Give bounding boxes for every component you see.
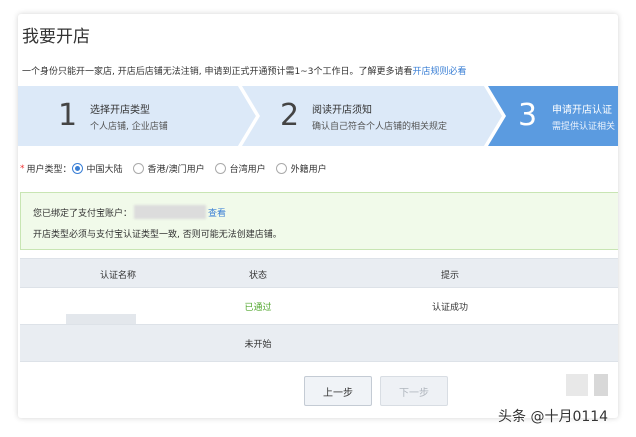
watermark-text: 头条 @十月0114: [498, 409, 609, 425]
radio-hk-macau[interactable]: 香港/澳门用户: [132, 162, 205, 175]
table-header: 认证名称 状态 提示: [20, 258, 618, 288]
radio-taiwan[interactable]: 台湾用户: [214, 162, 266, 175]
step-progress: 1 选择开店类型 个人店铺, 企业店铺 2 阅读开店须知 确认自己符合个人店铺的…: [18, 86, 618, 146]
step-1-desc: 个人店铺, 企业店铺: [90, 122, 168, 132]
alipay-account-label: 您已绑定了支付宝账户：: [33, 208, 133, 219]
step-1-number: 1: [58, 98, 78, 133]
radio-mainland-label: 中国大陆: [86, 165, 123, 175]
radio-foreign[interactable]: 外籍用户: [275, 162, 327, 175]
shop-application-window: 我要开店 一个身份只能开一家店, 开店后店铺无法注销, 申请到正式开通预计需1~…: [18, 14, 618, 418]
radio-unchecked-icon[interactable]: [132, 163, 144, 174]
certification-table: 认证名称 状态 提示 已通过 认证成功 未开始: [20, 258, 618, 362]
radio-hk-macau-label: 香港/澳门用户: [147, 165, 205, 175]
radio-unchecked-icon[interactable]: [214, 163, 226, 174]
radio-taiwan-label: 台湾用户: [229, 165, 266, 175]
row-1-tip: 认证成功: [431, 303, 469, 313]
step-3-desc: 需提供认证相关: [552, 122, 616, 132]
step-3-title: 申请开店认证: [552, 105, 612, 116]
step-3-number: 3: [518, 98, 538, 133]
radio-foreign-label: 外籍用户: [290, 165, 327, 175]
required-mark: *: [20, 163, 25, 174]
step-2-desc: 确认自己符合个人店铺的相关规定: [312, 122, 448, 132]
row-2-status: 未开始: [244, 340, 272, 350]
header-cert-name: 认证名称: [99, 271, 137, 281]
masked-account: [134, 205, 207, 219]
notice-body: 一个身份只能开一家店, 开店后店铺无法注销, 申请到正式开通预计需1~3个工作日…: [22, 67, 413, 77]
alipay-warning-text: 开店类型必须与支付宝认证类型一致, 否则可能无法创建店铺。: [33, 230, 282, 240]
radio-unchecked-icon[interactable]: [275, 163, 287, 174]
step-3-background: [488, 86, 618, 146]
step-1-title: 选择开店类型: [90, 105, 150, 116]
table-row: 未开始: [20, 324, 618, 362]
next-step-button[interactable]: 下一步: [380, 376, 448, 406]
row-1-status: 已通过: [244, 303, 272, 313]
user-type-selector: * 用户类型： 中国大陆 香港/澳门用户 台湾用户 外籍用户: [20, 162, 337, 175]
radio-checked-icon[interactable]: [71, 163, 83, 174]
user-type-label: 用户类型：: [26, 165, 72, 175]
shop-rules-link[interactable]: 开店规则必看: [412, 67, 466, 77]
header-tip: 提示: [440, 271, 460, 281]
step-2-title: 阅读开店须知: [312, 105, 372, 116]
alipay-bound-notice: 您已绑定了支付宝账户： 查看 开店类型必须与支付宝认证类型一致, 否则可能无法创…: [20, 192, 618, 250]
prev-step-button[interactable]: 上一步: [304, 376, 372, 406]
step-2-number: 2: [280, 98, 300, 133]
page-title: 我要开店: [22, 27, 90, 47]
table-row: 已通过 认证成功: [20, 288, 618, 326]
step-1-background: [18, 86, 256, 146]
alipay-account-line: 您已绑定了支付宝账户： 查看: [33, 205, 226, 219]
header-status: 状态: [248, 271, 268, 281]
radio-mainland[interactable]: 中国大陆: [71, 162, 123, 175]
notice-text: 一个身份只能开一家店, 开店后店铺无法注销, 申请到正式开通预计需1~3个工作日…: [22, 64, 466, 77]
view-account-link[interactable]: 查看: [208, 206, 226, 219]
